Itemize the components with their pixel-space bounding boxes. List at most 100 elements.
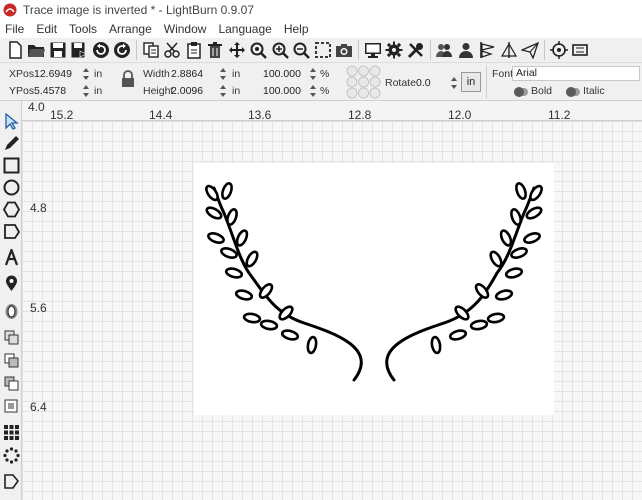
redo-icon[interactable] [112, 40, 133, 61]
polygon-icon[interactable] [1, 199, 21, 219]
subtract-icon[interactable] [1, 373, 21, 393]
lock-aspect-icon[interactable] [121, 70, 135, 88]
horizontal-ruler: 15.2 14.4 13.6 12.8 12.0 11.2 [22, 101, 642, 122]
menu-tools[interactable]: Tools [64, 22, 104, 36]
zoom-in-icon[interactable] [269, 40, 290, 61]
position-pin-icon[interactable] [1, 273, 21, 293]
left-toolbar [0, 101, 22, 500]
rotate-field[interactable]: 0.0 [416, 77, 431, 89]
xpos-field[interactable]: 12.6949 [34, 68, 72, 80]
target-icon[interactable] [548, 40, 569, 61]
save-as-icon[interactable] [69, 40, 90, 61]
menu-help[interactable]: Help [279, 22, 316, 36]
tab-icon[interactable] [1, 471, 21, 491]
menu-arrange[interactable]: Arrange [104, 22, 159, 36]
xpos-spinner[interactable] [82, 67, 90, 81]
ellipse-icon[interactable] [1, 177, 21, 197]
bold-toggle[interactable] [514, 87, 528, 97]
ruler-tick: 6.4 [30, 400, 47, 414]
scale-height-field[interactable]: 100.000 [263, 85, 301, 97]
height-label: Height [143, 85, 174, 97]
height-spinner[interactable] [219, 84, 227, 98]
camera-icon[interactable] [334, 40, 355, 61]
toolbar-separator [544, 40, 545, 60]
anchor-grid-icon[interactable] [346, 65, 381, 99]
bold-label: Bold [531, 85, 553, 97]
cut-icon[interactable] [162, 40, 183, 61]
main-toolbar [0, 38, 642, 63]
ypos-field[interactable]: 5.4578 [34, 85, 66, 97]
save-icon[interactable] [47, 40, 68, 61]
italic-toggle[interactable] [566, 87, 580, 97]
height-unit: in [232, 85, 241, 97]
menu-edit[interactable]: Edit [31, 22, 64, 36]
new-file-icon[interactable] [4, 40, 25, 61]
scale-width-spinner[interactable] [309, 67, 317, 81]
zoom-fit-icon[interactable] [248, 40, 269, 61]
width-spinner[interactable] [219, 67, 227, 81]
monitor-icon[interactable] [362, 40, 383, 61]
delete-icon[interactable] [205, 40, 226, 61]
toolbar-separator [429, 40, 431, 60]
menu-file[interactable]: File [0, 22, 31, 36]
user-icon[interactable] [455, 40, 476, 61]
italic-label: Italic [583, 85, 605, 97]
rotate-label: Rotate [385, 77, 416, 89]
intersect-icon[interactable] [1, 396, 21, 416]
ruler-tick: 13.6 [248, 108, 272, 122]
frame-icon[interactable] [570, 40, 591, 61]
rectangle-icon[interactable] [1, 155, 21, 175]
text-icon[interactable] [1, 247, 21, 267]
width-field[interactable]: 2.8864 [171, 68, 203, 80]
toolbar-separator [358, 40, 359, 60]
users-group-icon[interactable] [434, 40, 455, 61]
ruler-tick: 11.2 [548, 108, 571, 122]
lightburn-logo-icon [3, 3, 17, 17]
units-toggle-button[interactable]: in [461, 72, 481, 92]
circular-array-icon[interactable] [1, 445, 21, 465]
window-title: Trace image is inverted * - LightBurn 0.… [23, 3, 255, 17]
rotate-spinner[interactable] [450, 76, 458, 90]
zoom-out-icon[interactable] [291, 40, 312, 61]
ruler-tick: 4.8 [30, 201, 47, 215]
send-icon[interactable] [520, 40, 541, 61]
move-icon[interactable] [226, 40, 247, 61]
traced-image[interactable] [194, 163, 554, 415]
scale-height-unit: % [320, 85, 330, 97]
title-bar: Trace image is inverted * - LightBurn 0.… [0, 0, 642, 20]
xpos-unit: in [94, 68, 103, 80]
pencil-icon[interactable] [1, 133, 21, 153]
ypos-spinner[interactable] [82, 84, 90, 98]
menu-window[interactable]: Window [159, 22, 214, 36]
zoom-selection-icon[interactable] [312, 40, 333, 61]
ruler-tick: 12.8 [348, 108, 372, 122]
scale-height-spinner[interactable] [309, 84, 317, 98]
height-field[interactable]: 2.0096 [171, 85, 203, 97]
ypos-label: YPos [9, 85, 35, 97]
props-separator [486, 65, 487, 99]
undo-icon[interactable] [90, 40, 111, 61]
ypos-unit: in [94, 85, 103, 97]
weld-icon[interactable] [1, 327, 21, 347]
copy-icon[interactable] [140, 40, 161, 61]
settings-gear-icon[interactable] [384, 40, 405, 61]
union-icon[interactable] [1, 350, 21, 370]
select-arrow-icon[interactable] [1, 111, 21, 131]
align-left-icon[interactable] [477, 40, 498, 61]
paste-icon[interactable] [183, 40, 204, 61]
pentagon-icon[interactable] [1, 221, 21, 241]
scale-width-field[interactable]: 100.000 [263, 68, 301, 80]
open-folder-icon[interactable] [26, 40, 47, 61]
toolbar-separator [136, 40, 137, 60]
ruler-tick: 12.0 [448, 108, 472, 122]
properties-bar: XPos 12.6949 in YPos 5.4578 in Width 2.8… [0, 63, 642, 101]
menu-language[interactable]: Language [213, 22, 278, 36]
font-label: Font [492, 68, 514, 80]
font-select[interactable]: Arial [512, 66, 640, 81]
width-unit: in [232, 68, 241, 80]
xpos-label: XPos [9, 68, 35, 80]
grid-array-icon[interactable] [1, 422, 21, 442]
tools-wrench-icon[interactable] [405, 40, 426, 61]
align-center-icon[interactable] [498, 40, 519, 61]
offset-icon[interactable] [1, 301, 21, 321]
